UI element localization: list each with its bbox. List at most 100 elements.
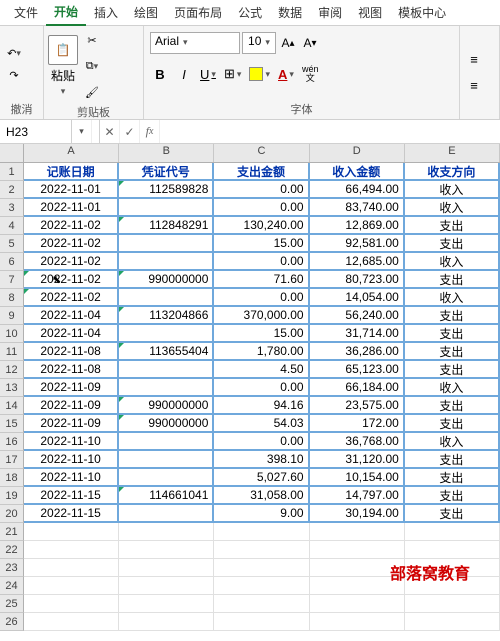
cell[interactable]: 9.00 (214, 505, 309, 523)
font-size-select[interactable]: 10▾ (242, 32, 276, 54)
cell[interactable]: 31,714.00 (310, 325, 405, 343)
cell[interactable]: 2022-11-08 (24, 343, 119, 361)
cell[interactable] (119, 613, 214, 631)
menu-item-3[interactable]: 绘图 (126, 0, 166, 25)
row-header[interactable]: 20 (0, 505, 24, 523)
cell[interactable] (24, 541, 119, 559)
row-header[interactable]: 17 (0, 451, 24, 469)
cell[interactable]: 398.10 (214, 451, 309, 469)
row-header[interactable]: 24 (0, 577, 24, 595)
cell[interactable]: 收入 (405, 289, 500, 307)
fx-button[interactable]: fx (140, 120, 160, 143)
cell[interactable]: 2022-11-01 (24, 181, 119, 199)
cell[interactable] (119, 595, 214, 613)
row-header[interactable]: 5 (0, 235, 24, 253)
col-header-E[interactable]: E (405, 144, 500, 162)
cell[interactable]: 54.03 (214, 415, 309, 433)
align-top-button[interactable]: ≡ (464, 50, 484, 70)
cell[interactable] (119, 505, 214, 523)
cell[interactable]: 2022-11-08 (24, 361, 119, 379)
cell[interactable]: 14,797.00 (310, 487, 405, 505)
cell[interactable]: 14,054.00 (310, 289, 405, 307)
cell[interactable]: 36,286.00 (310, 343, 405, 361)
row-header[interactable]: 9 (0, 307, 24, 325)
cell[interactable]: 支出 (405, 451, 500, 469)
cell[interactable]: 2022-11-09 (24, 397, 119, 415)
cell[interactable] (119, 541, 214, 559)
cell[interactable]: 2022-11-10 (24, 451, 119, 469)
row-header[interactable]: 16 (0, 433, 24, 451)
cell[interactable]: 112589828 (119, 181, 214, 199)
cell[interactable]: 56,240.00 (310, 307, 405, 325)
cell[interactable]: 15.00 (214, 325, 309, 343)
row-header[interactable]: 7 (0, 271, 24, 289)
cell[interactable]: 92,581.00 (310, 235, 405, 253)
menu-item-5[interactable]: 公式 (230, 0, 270, 25)
cell[interactable] (119, 199, 214, 217)
phonetic-button[interactable]: wén 文 (300, 64, 321, 84)
cell[interactable]: 支出 (405, 361, 500, 379)
row-header[interactable]: 6 (0, 253, 24, 271)
cell[interactable]: 10,154.00 (310, 469, 405, 487)
cell[interactable]: 80,723.00 (310, 271, 405, 289)
cell[interactable] (310, 595, 405, 613)
cell[interactable] (119, 523, 214, 541)
cell[interactable]: 15.00 (214, 235, 309, 253)
cell[interactable]: 30,194.00 (310, 505, 405, 523)
cell[interactable]: 2022-11-15 (24, 487, 119, 505)
row-header[interactable]: 18 (0, 469, 24, 487)
cell[interactable]: 130,240.00 (214, 217, 309, 235)
cell[interactable]: 2022-11-09 (24, 415, 119, 433)
cell[interactable] (214, 541, 309, 559)
cell[interactable] (119, 469, 214, 487)
row-header[interactable]: 4 (0, 217, 24, 235)
row-header[interactable]: 25 (0, 595, 24, 613)
cell[interactable]: 31,058.00 (214, 487, 309, 505)
cell[interactable]: 0.00 (214, 433, 309, 451)
header-cell[interactable]: 收入金额 (310, 163, 405, 181)
menu-item-6[interactable]: 数据 (270, 0, 310, 25)
cell[interactable]: 2022-11-02 (24, 289, 119, 307)
cell[interactable]: 2022-11-02 (24, 253, 119, 271)
row-header[interactable]: 8 (0, 289, 24, 307)
header-cell[interactable]: 记账日期 (24, 163, 119, 181)
cell[interactable]: 支出 (405, 217, 500, 235)
cell[interactable]: 2022-11-09 (24, 379, 119, 397)
name-box-dropdown[interactable]: ▾ (72, 120, 92, 143)
cell[interactable]: 112848291 (119, 217, 214, 235)
decrease-font-button[interactable]: A▾ (300, 33, 320, 53)
cell[interactable]: 收入 (405, 253, 500, 271)
col-header-A[interactable]: A (24, 144, 119, 162)
cell[interactable]: 0.00 (214, 379, 309, 397)
menu-item-4[interactable]: 页面布局 (166, 0, 230, 25)
cell[interactable]: 65,123.00 (310, 361, 405, 379)
cell[interactable]: 370,000.00 (214, 307, 309, 325)
header-cell[interactable]: 支出金额 (214, 163, 309, 181)
cell[interactable] (119, 577, 214, 595)
cell[interactable]: 0.00 (214, 289, 309, 307)
cell[interactable]: 支出 (405, 325, 500, 343)
row-header[interactable]: 13 (0, 379, 24, 397)
cancel-edit-button[interactable]: ✕ (100, 120, 120, 143)
cell[interactable] (119, 379, 214, 397)
cell[interactable]: 36,768.00 (310, 433, 405, 451)
cell[interactable] (24, 523, 119, 541)
cell[interactable]: 支出 (405, 469, 500, 487)
cell[interactable]: 支出 (405, 307, 500, 325)
bold-button[interactable]: B (150, 64, 170, 84)
cell[interactable] (119, 325, 214, 343)
cell[interactable]: 支出 (405, 235, 500, 253)
cell[interactable]: 2022-11-10 (24, 469, 119, 487)
font-color-button[interactable]: A▾ (276, 64, 296, 84)
row-header[interactable]: 3 (0, 199, 24, 217)
cell[interactable] (214, 559, 309, 577)
cell[interactable]: 2022-11-10 (24, 433, 119, 451)
cell[interactable]: 2022-11-04 (24, 325, 119, 343)
row-header[interactable]: 14 (0, 397, 24, 415)
cell[interactable]: 990000000 (119, 415, 214, 433)
cell[interactable] (405, 523, 500, 541)
menu-item-2[interactable]: 插入 (86, 0, 126, 25)
cell[interactable]: 12,685.00 (310, 253, 405, 271)
cell[interactable]: 113655404 (119, 343, 214, 361)
cell[interactable] (119, 433, 214, 451)
